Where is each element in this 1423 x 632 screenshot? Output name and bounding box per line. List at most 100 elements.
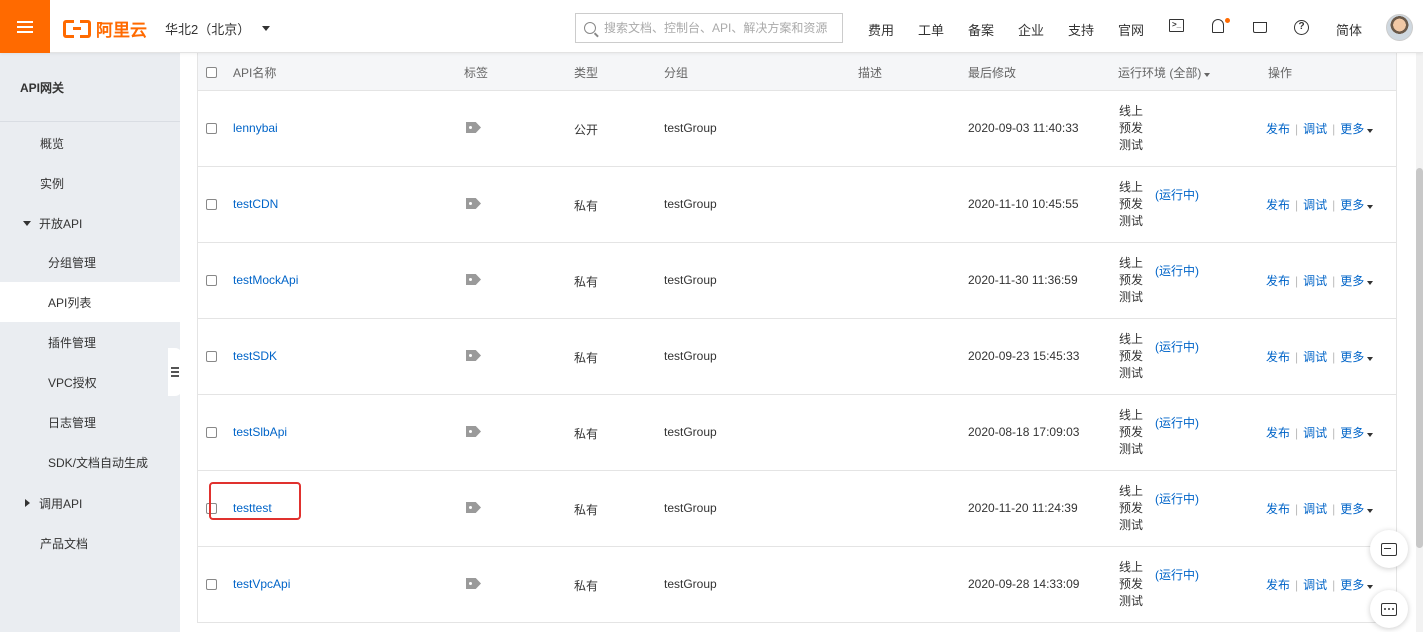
debug-link[interactable]: 调试: [1303, 576, 1327, 593]
debug-link[interactable]: 调试: [1303, 272, 1327, 289]
row-checkbox[interactable]: [206, 427, 217, 438]
running-status[interactable]: (运行中): [1155, 566, 1199, 583]
api-name-link[interactable]: lennybai: [233, 121, 278, 135]
more-dropdown[interactable]: 更多: [1340, 272, 1374, 289]
sidebar-item-logs[interactable]: 日志管理: [0, 402, 180, 442]
more-dropdown[interactable]: 更多: [1340, 120, 1374, 137]
chat-button[interactable]: [1370, 590, 1408, 628]
sidebar-item-label: 实例: [40, 176, 65, 191]
row-checkbox[interactable]: [206, 351, 217, 362]
more-label: 更多: [1340, 426, 1365, 440]
more-dropdown[interactable]: 更多: [1340, 348, 1374, 365]
last-modified: 2020-11-10 10:45:55: [968, 197, 1079, 211]
debug-link[interactable]: 调试: [1303, 424, 1327, 441]
debug-link[interactable]: 调试: [1303, 348, 1327, 365]
exit-button[interactable]: [1370, 530, 1408, 568]
caret-right-icon: [25, 499, 30, 507]
language-switch[interactable]: 简体: [1336, 20, 1362, 39]
api-type: 私有: [574, 427, 599, 441]
more-dropdown[interactable]: 更多: [1340, 500, 1374, 517]
region-selector[interactable]: 华北2（北京）: [165, 19, 271, 38]
sidebar-item-call-api[interactable]: 调用API: [0, 483, 180, 523]
api-type: 公开: [574, 123, 599, 137]
running-status[interactable]: (运行中): [1155, 338, 1199, 355]
sidebar-item-docs[interactable]: 产品文档: [0, 523, 180, 563]
nav-enterprise[interactable]: 企业: [1018, 20, 1044, 39]
api-name-link[interactable]: testCDN: [233, 197, 278, 211]
api-name-link[interactable]: testVpcApi: [233, 577, 290, 591]
sidebar-item-open-api[interactable]: 开放API: [0, 203, 180, 243]
env-online: 线上: [1119, 104, 1144, 118]
more-dropdown[interactable]: 更多: [1340, 196, 1374, 213]
tag-icon[interactable]: [466, 578, 481, 589]
row-checkbox[interactable]: [206, 123, 217, 134]
row-checkbox[interactable]: [206, 199, 217, 210]
running-status[interactable]: (运行中): [1155, 262, 1199, 279]
tag-icon[interactable]: [466, 274, 481, 285]
publish-link[interactable]: 发布: [1266, 348, 1290, 365]
nav-icp[interactable]: 备案: [968, 20, 994, 39]
sidebar-collapse-handle[interactable]: [168, 348, 182, 396]
running-status[interactable]: (运行中): [1155, 490, 1199, 507]
more-dropdown[interactable]: 更多: [1340, 576, 1374, 593]
sidebar-item-api-list[interactable]: API列表: [0, 282, 180, 322]
row-checkbox[interactable]: [206, 275, 217, 286]
bell-icon[interactable]: [1212, 19, 1224, 33]
terminal-icon[interactable]: >_: [1169, 19, 1184, 32]
debug-link[interactable]: 调试: [1303, 500, 1327, 517]
tag-icon[interactable]: [466, 350, 481, 361]
publish-link[interactable]: 发布: [1266, 272, 1290, 289]
running-status[interactable]: (运行中): [1155, 414, 1199, 431]
nav-support[interactable]: 支持: [1068, 20, 1094, 39]
tag-icon[interactable]: [466, 198, 481, 209]
search-input[interactable]: [604, 21, 834, 35]
env-list: 线上 预发 测试: [1119, 407, 1143, 458]
scrollbar-thumb[interactable]: [1416, 168, 1423, 548]
avatar[interactable]: [1386, 14, 1413, 41]
search-box[interactable]: [575, 13, 843, 43]
aliyun-logo[interactable]: 阿里云: [63, 16, 147, 41]
publish-link[interactable]: 发布: [1266, 196, 1290, 213]
divider: |: [1295, 425, 1299, 440]
publish-link[interactable]: 发布: [1266, 424, 1290, 441]
debug-link[interactable]: 调试: [1303, 120, 1327, 137]
api-name-link[interactable]: testSlbApi: [233, 425, 287, 439]
select-all-checkbox[interactable]: [206, 67, 217, 78]
sidebar-item-sdk[interactable]: SDK/文档自动生成: [0, 442, 180, 482]
tag-icon[interactable]: [466, 502, 481, 513]
debug-link[interactable]: 调试: [1303, 196, 1327, 213]
tag-icon[interactable]: [466, 122, 481, 133]
nav-tickets[interactable]: 工单: [918, 20, 944, 39]
env-pre: 预发: [1119, 349, 1144, 363]
sidebar-item-instances[interactable]: 实例: [0, 163, 180, 203]
env-test: 测试: [1119, 518, 1144, 532]
cart-icon[interactable]: [1253, 22, 1267, 33]
sidebar-item-vpc-auth[interactable]: VPC授权: [0, 362, 180, 402]
api-name-link[interactable]: testtest: [233, 501, 272, 515]
row-checkbox[interactable]: [206, 579, 217, 590]
sidebar-item-plugins[interactable]: 插件管理: [0, 322, 180, 362]
publish-link[interactable]: 发布: [1266, 120, 1290, 137]
help-icon[interactable]: ?: [1294, 20, 1309, 35]
col-tags: 标签: [464, 66, 489, 80]
publish-link[interactable]: 发布: [1266, 500, 1290, 517]
publish-link[interactable]: 发布: [1266, 576, 1290, 593]
running-status[interactable]: (运行中): [1155, 186, 1199, 203]
col-api-name: API名称: [233, 66, 277, 80]
api-name-link[interactable]: testSDK: [233, 349, 277, 363]
more-dropdown[interactable]: 更多: [1340, 424, 1374, 441]
nav-website[interactable]: 官网: [1118, 20, 1144, 39]
table-row: testMockApi 私有 testGroup 2020-11-30 11:3…: [198, 243, 1396, 319]
nav-billing[interactable]: 费用: [868, 20, 894, 39]
row-actions: 发布 | 调试 | 更多: [1266, 196, 1374, 213]
api-name-link[interactable]: testMockApi: [233, 273, 298, 287]
sidebar-item-overview[interactable]: 概览: [0, 123, 180, 163]
env-online: 线上: [1119, 256, 1144, 270]
menu-icon[interactable]: [0, 0, 50, 53]
table-row: testVpcApi 私有 testGroup 2020-09-28 14:33…: [198, 547, 1396, 623]
sidebar-item-group-management[interactable]: 分组管理: [0, 242, 180, 282]
api-group: testGroup: [664, 273, 717, 287]
row-checkbox[interactable]: [206, 503, 217, 514]
tag-icon[interactable]: [466, 426, 481, 437]
env-filter[interactable]: 运行环境 (全部): [1118, 64, 1211, 81]
